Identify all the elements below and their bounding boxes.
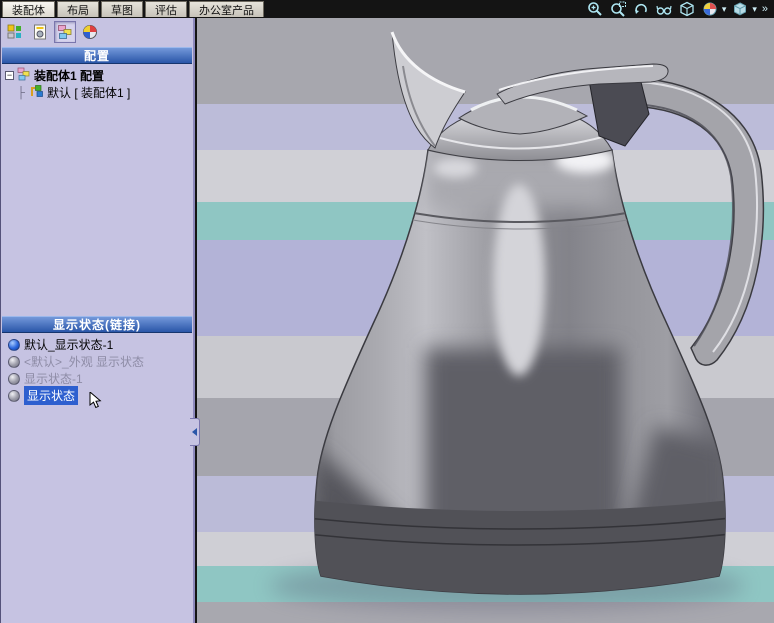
- property-manager-icon[interactable]: [29, 21, 51, 43]
- display-state-label: <默认>_外观 显示状态: [24, 355, 145, 369]
- carafe-render: [269, 31, 765, 611]
- configurations-root-label: 装配体1 配置: [34, 69, 105, 83]
- viewport-3d[interactable]: [197, 18, 774, 623]
- view-orientation-icon[interactable]: [678, 0, 696, 18]
- carafe-body: [314, 149, 726, 595]
- manager-tab-toolbar: [1, 18, 193, 46]
- tab-assembly[interactable]: 装配体: [2, 1, 55, 17]
- default-configuration-label: 默认 [ 装配体1 ]: [47, 86, 131, 100]
- tree-connector: ├: [17, 86, 25, 99]
- zoom-area-icon[interactable]: [609, 0, 627, 18]
- feature-manager-icon[interactable]: [4, 21, 26, 43]
- panel-collapse-handle[interactable]: [190, 418, 200, 446]
- tab-sketch[interactable]: 草图: [101, 1, 143, 17]
- appearance-icon[interactable]: [701, 0, 719, 18]
- previous-view-icon[interactable]: [632, 0, 650, 18]
- tab-evaluate[interactable]: 评估: [145, 1, 187, 17]
- display-state-label: 显示状态-1: [24, 372, 83, 386]
- display-state-label: 默认_显示状态-1: [24, 338, 114, 352]
- display-manager-icon[interactable]: [79, 21, 101, 43]
- collapse-arrow-icon: [192, 428, 197, 436]
- display-style-dropdown-icon[interactable]: ▾: [752, 4, 757, 14]
- tab-office-products[interactable]: 办公室产品: [189, 1, 264, 17]
- tab-assembly-label: 装配体: [12, 4, 45, 17]
- configurations-header-label: 配置: [83, 49, 110, 63]
- tab-layout-label: 布局: [67, 4, 89, 17]
- display-state-sphere-icon: [8, 372, 20, 385]
- tab-sketch-label: 草图: [111, 4, 133, 17]
- view-settings-icon[interactable]: [655, 0, 673, 18]
- display-state-item-selected[interactable]: 显示状态: [1, 386, 193, 409]
- display-state-sphere-icon: [8, 389, 20, 402]
- appearance-dropdown-icon[interactable]: ▾: [722, 4, 727, 14]
- display-state-label: 显示状态: [24, 386, 79, 405]
- zoom-fit-icon[interactable]: [586, 0, 604, 18]
- configurations-header: 配置: [2, 47, 192, 64]
- tab-layout[interactable]: 布局: [57, 1, 99, 17]
- mouse-cursor-icon: [89, 392, 102, 409]
- display-state-sphere-icon: [8, 355, 20, 368]
- configuration-tree: − 装配体1 配置 ├ 默认 [ 装配体1 ]: [1, 64, 193, 315]
- display-state-item-active[interactable]: 默认_显示状态-1: [1, 336, 193, 353]
- tree-row-default-configuration[interactable]: ├ 默认 [ 装配体1 ]: [1, 84, 193, 101]
- configurations-root-icon: [17, 67, 31, 84]
- display-state-item[interactable]: 显示状态-1: [1, 370, 193, 387]
- assembly-configuration-icon: [30, 84, 44, 101]
- display-state-sphere-icon: [8, 338, 20, 351]
- more-icon[interactable]: »: [762, 3, 768, 15]
- display-states-header: 显示状态(链接): [2, 316, 192, 333]
- command-tab-bar: 装配体 布局 草图 评估 办公室产品 ▾ ▾ »: [0, 0, 774, 18]
- manager-panel: 配置 − 装配体1 配置 ├ 默认 [ 装配体1 ] 显示状态(链接) 默认_显…: [0, 18, 195, 623]
- display-style-icon[interactable]: [731, 0, 749, 18]
- tab-evaluate-label: 评估: [155, 4, 177, 17]
- display-states-list: 默认_显示状态-1 <默认>_外观 显示状态 显示状态-1 显示状态: [1, 333, 193, 409]
- display-state-item[interactable]: <默认>_外观 显示状态: [1, 353, 193, 370]
- display-states-header-label: 显示状态(链接): [53, 318, 141, 332]
- configuration-manager-icon[interactable]: [54, 21, 76, 43]
- tree-row-configurations-root[interactable]: − 装配体1 配置: [1, 67, 193, 84]
- collapse-toggle-icon[interactable]: −: [5, 71, 14, 80]
- heads-up-toolbar: ▾ ▾ »: [586, 0, 774, 18]
- tab-office-products-label: 办公室产品: [199, 4, 254, 17]
